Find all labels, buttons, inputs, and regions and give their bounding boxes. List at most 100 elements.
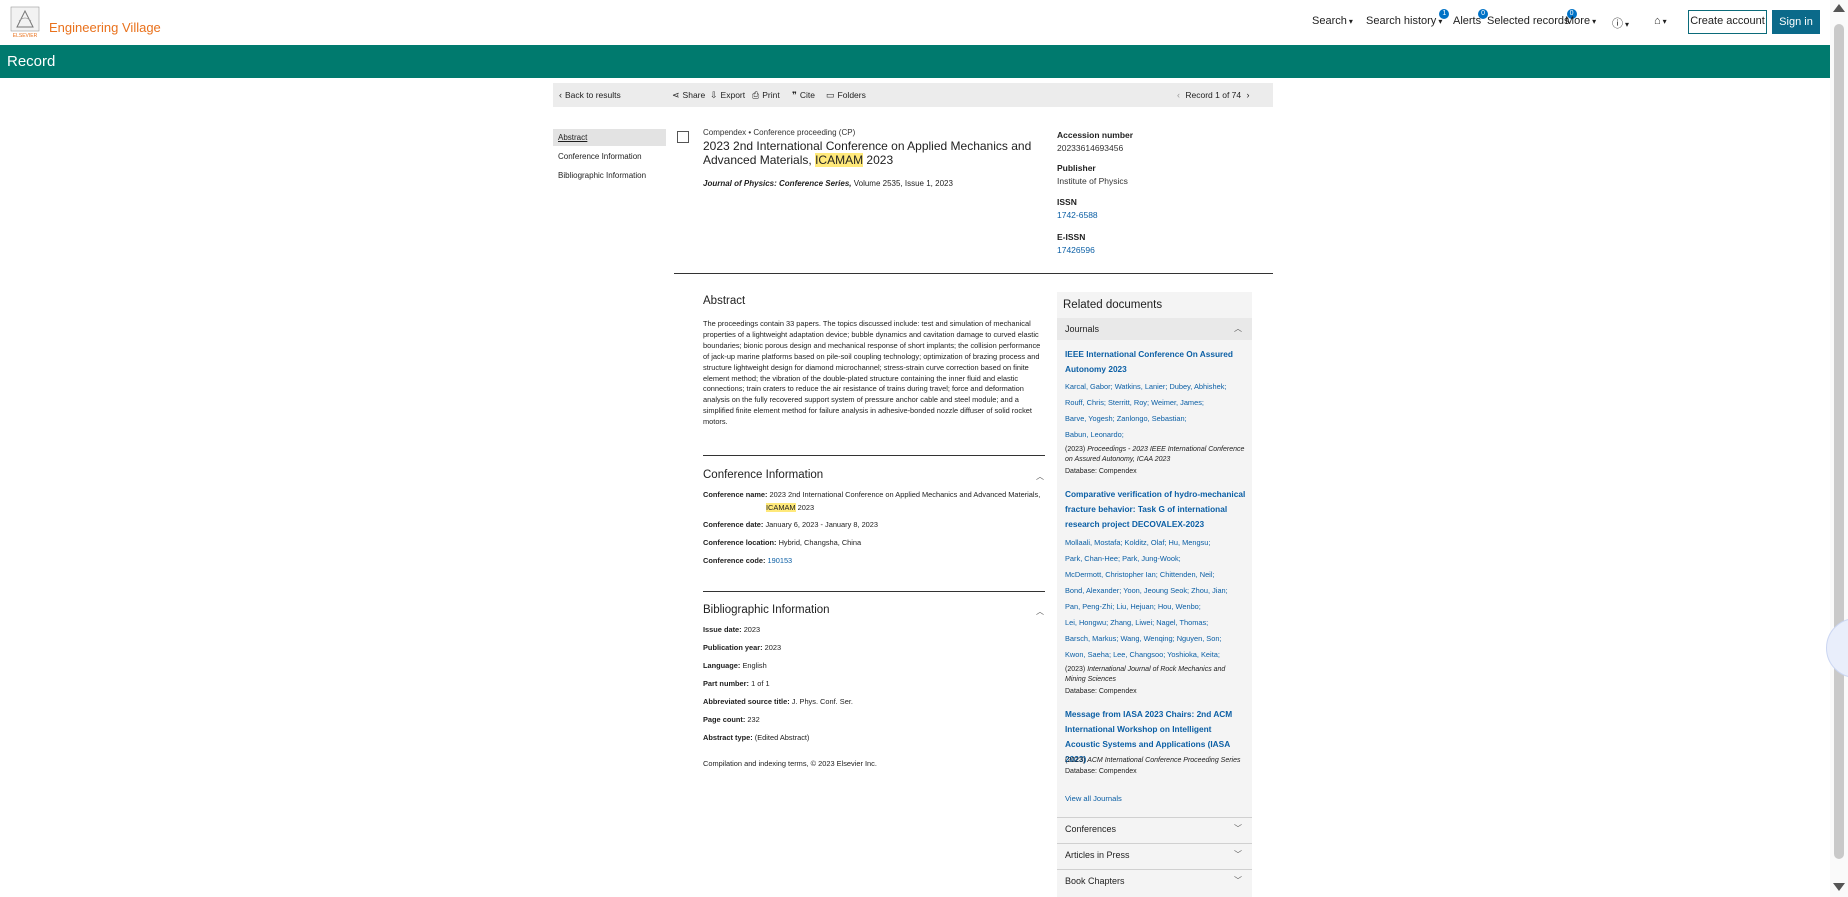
print-icon: ⎙ <box>752 90 760 100</box>
nav-selected-records[interactable]: Selected records 0 <box>1487 9 1577 27</box>
export-icon: ⇩ <box>710 90 718 100</box>
conference-name-year: 2023 <box>797 503 815 512</box>
export-button[interactable]: ⇩ Export <box>710 90 745 101</box>
help-icon: ⓘ <box>1612 18 1623 30</box>
view-all-journals-link[interactable]: View all Journals <box>1065 794 1122 803</box>
issn-block: ISSN 1742-6588 <box>1057 197 1098 220</box>
related-doc-author-line[interactable]: McDermott, Christopher Ian; Chittenden, … <box>1065 567 1247 583</box>
journals-label: Journals <box>1065 324 1100 334</box>
biblio-label: Language: <box>703 661 741 670</box>
biblio-value: 2023 <box>743 625 761 634</box>
issn-link[interactable]: 1742-6588 <box>1057 210 1098 220</box>
search-history-badge: 1 <box>1439 9 1450 19</box>
related-doc-author-line[interactable]: Babun, Leonardo; <box>1065 427 1247 443</box>
biblio-row: Abbreviated source title: J. Phys. Conf.… <box>703 696 1045 707</box>
scroll-down-icon[interactable] <box>1833 883 1845 891</box>
eissn-block: E-ISSN 17426596 <box>1057 232 1095 255</box>
related-doc-author-line[interactable]: Karcal, Gabor; Watkins, Lanier; Dubey, A… <box>1065 379 1247 395</box>
conference-name-highlight: ICAMAM <box>766 503 796 512</box>
nav-bibliographic-information[interactable]: Bibliographic Information <box>553 167 666 184</box>
journals-accordion[interactable]: Journals ︿ <box>1057 318 1252 340</box>
source-year: (2023) <box>1065 757 1086 764</box>
biblio-value: 1 of 1 <box>751 679 770 688</box>
scroll-up-icon[interactable] <box>1833 4 1845 12</box>
conference-heading: Conference Information <box>703 469 824 481</box>
biblio-row: Issue date: 2023 <box>703 624 1045 635</box>
biblio-row: Language: English <box>703 660 1045 671</box>
chevron-up-icon: ︿ <box>1234 324 1242 333</box>
chevron-down-icon: ▾ <box>1662 17 1667 26</box>
chevron-left-icon[interactable]: ‹ <box>1177 90 1180 100</box>
related-doc-author-line[interactable]: Kwon, Saeha; Lee, Changsoo; Yoshioka, Ke… <box>1065 647 1247 663</box>
page-scrollbar[interactable] <box>1830 0 1848 897</box>
related-doc-author-line[interactable]: Mollaali, Mostafa; Kolditz, Olaf; Hu, Me… <box>1065 535 1247 551</box>
eissn-label: E-ISSN <box>1057 232 1086 242</box>
related-doc-author-line[interactable]: Park, Chan-Hee; Park, Jung-Wook; <box>1065 551 1247 567</box>
nav-search-history[interactable]: Search history ▾ 1 <box>1366 9 1450 27</box>
record-title-highlight: ICAMAM <box>815 153 864 167</box>
conference-date-label: Conference date: <box>703 520 764 529</box>
nav-alerts[interactable]: Alerts 0 <box>1453 9 1489 27</box>
biblio-value: English <box>742 661 767 670</box>
create-account-button[interactable]: Create account <box>1688 10 1767 34</box>
conference-date-row: Conference date: January 6, 2023 - Janua… <box>703 519 1045 530</box>
journal-source: Journal of Physics: Conference Series, V… <box>703 179 953 188</box>
page-title: Record <box>7 53 56 70</box>
biblio-value: (Edited Abstract) <box>754 733 810 742</box>
conference-code-link[interactable]: 190153 <box>768 556 793 565</box>
biblio-heading: Bibliographic Information <box>703 604 830 616</box>
print-label: Print <box>762 90 780 100</box>
record-pager: ‹ Record 1 of 74 › <box>1177 90 1253 100</box>
related-doc-title[interactable]: IEEE International Conference On Assured… <box>1065 347 1247 377</box>
share-label: Share <box>682 90 706 100</box>
chevron-down-icon: ▾ <box>1348 17 1353 26</box>
biblio-label: Part number: <box>703 679 749 688</box>
related-doc-author-line[interactable]: Bond, Alexander; Yoon, Jeoung Seok; Zhou… <box>1065 583 1247 599</box>
related-doc-author-line[interactable]: Rouff, Chris; Sterritt, Roy; Weimer, Jam… <box>1065 395 1247 411</box>
related-doc-title[interactable]: Comparative verification of hydro-mechan… <box>1065 487 1247 532</box>
chevron-up-icon[interactable]: ︿ <box>1036 471 1044 482</box>
scrollbar-thumb[interactable] <box>1834 24 1844 859</box>
sign-in-button[interactable]: Sign in <box>1772 10 1820 34</box>
folders-button[interactable]: ▭ Folders <box>826 90 866 101</box>
eissn-link[interactable]: 17426596 <box>1057 245 1095 255</box>
related-doc-source: (2023) International Journal of Rock Mec… <box>1065 665 1247 685</box>
cite-button[interactable]: ❞ Cite <box>792 90 815 101</box>
biblio-value: J. Phys. Conf. Ser. <box>791 697 853 706</box>
source-title: ACM International Conference Proceeding … <box>1087 757 1241 764</box>
book-chapters-label: Book Chapters <box>1065 876 1125 886</box>
record-position: Record 1 of 74 <box>1185 90 1242 100</box>
related-doc-author-line[interactable]: Barve, Yogesh; Zanlongo, Sebastian; <box>1065 411 1247 427</box>
conferences-accordion[interactable]: Conferences ﹀ <box>1057 818 1252 840</box>
folder-icon: ▭ <box>826 90 835 100</box>
share-button[interactable]: ⋖ Share <box>672 90 705 101</box>
related-doc-source: (2023) Proceedings - 2023 IEEE Internati… <box>1065 445 1247 465</box>
accession-label: Accession number <box>1057 130 1134 140</box>
elsevier-logo-icon[interactable]: ELSEVIER <box>9 5 41 39</box>
conferences-label: Conferences <box>1065 824 1117 834</box>
print-button[interactable]: ⎙ Print <box>752 90 780 101</box>
source-year: (2023) <box>1065 446 1086 453</box>
related-doc-author-line[interactable]: Pan, Peng-Zhi; Liu, Hejuan; Hou, Wenbo; <box>1065 599 1247 615</box>
chevron-up-icon[interactable]: ︿ <box>1036 606 1044 617</box>
related-doc-author-line[interactable]: Barsch, Markus; Wang, Wenqing; Nguyen, S… <box>1065 631 1247 647</box>
brand-name[interactable]: Engineering Village <box>49 20 161 35</box>
articles-in-press-accordion[interactable]: Articles in Press ﹀ <box>1057 844 1252 866</box>
articles-in-press-label: Articles in Press <box>1065 850 1130 860</box>
back-to-results-link[interactable]: ‹ Back to results <box>559 90 621 100</box>
nav-conference-information[interactable]: Conference Information <box>553 148 666 165</box>
chevron-right-icon[interactable]: › <box>1247 90 1250 100</box>
institution-menu[interactable]: ⌂ ▾ <box>1654 15 1667 27</box>
help-menu[interactable]: ⓘ ▾ <box>1612 15 1629 31</box>
nav-search-history-label: Search history <box>1366 15 1437 27</box>
select-record-checkbox[interactable] <box>677 131 689 143</box>
book-chapters-accordion[interactable]: Book Chapters ﹀ <box>1057 870 1252 892</box>
header-divider <box>674 273 1273 274</box>
nav-abstract[interactable]: Abstract <box>553 129 666 146</box>
related-documents-title: Related documents <box>1063 299 1163 311</box>
nav-search[interactable]: Search ▾ <box>1312 15 1353 27</box>
nav-search-label: Search <box>1312 15 1347 27</box>
share-icon: ⋖ <box>672 90 680 100</box>
nav-more[interactable]: More ▾ <box>1565 15 1596 27</box>
related-doc-author-line[interactable]: Lei, Hongwu; Zhang, Liwei; Nagel, Thomas… <box>1065 615 1247 631</box>
